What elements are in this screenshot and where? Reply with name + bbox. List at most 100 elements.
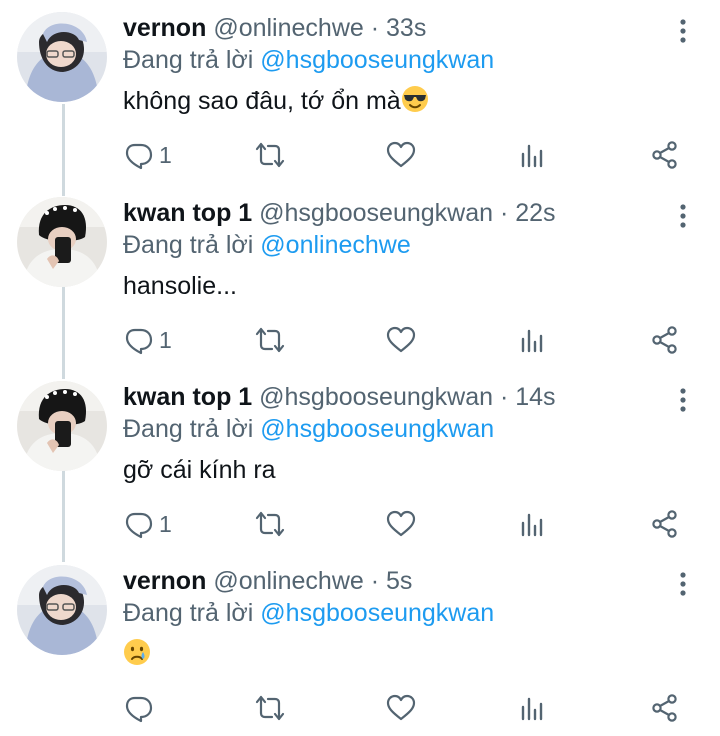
user-handle[interactable]: @onlinechwe <box>213 567 363 595</box>
tweet-text: hansolie... <box>123 268 237 304</box>
mention-link[interactable]: @hsgbooseungkwan <box>260 599 494 627</box>
analytics-icon <box>518 693 548 723</box>
tweet-actions <box>0 690 720 726</box>
analytics-button[interactable] <box>518 506 548 542</box>
tweet-actions: 1 <box>0 506 720 542</box>
user-handle[interactable]: @hsgbooseungkwan <box>259 199 493 227</box>
display-name[interactable]: vernon <box>123 567 206 595</box>
reply-button[interactable]: 1 <box>123 137 172 173</box>
analytics-button[interactable] <box>518 137 548 173</box>
analytics-icon <box>518 509 548 539</box>
timestamp[interactable]: 22s <box>515 199 555 227</box>
retweet-button[interactable] <box>255 322 285 358</box>
tweet-header: vernon @onlinechwe · 33s <box>123 11 426 45</box>
retweet-button[interactable] <box>255 137 285 173</box>
timestamp[interactable]: 5s <box>386 567 412 595</box>
share-icon <box>650 693 680 723</box>
reply-button[interactable]: 1 <box>123 506 172 542</box>
tweet[interactable]: vernon @onlinechwe · 5s Đang trả lời @hs… <box>0 553 720 736</box>
like-button[interactable] <box>386 690 416 726</box>
share-button[interactable] <box>650 690 680 726</box>
retweet-icon <box>255 140 285 170</box>
more-vertical-icon[interactable] <box>668 569 698 599</box>
mention-link[interactable]: @onlinechwe <box>260 231 410 259</box>
like-button[interactable] <box>386 322 416 358</box>
avatar[interactable] <box>17 197 107 287</box>
user-handle[interactable]: @onlinechwe <box>213 14 363 42</box>
timestamp[interactable]: 33s <box>386 14 426 42</box>
mention-link[interactable]: @hsgbooseungkwan <box>260 415 494 443</box>
reply-count: 1 <box>159 510 172 537</box>
replying-to-label: Đang trả lời <box>123 231 254 259</box>
like-button[interactable] <box>386 506 416 542</box>
retweet-icon <box>255 325 285 355</box>
tweet-text-content: hansolie... <box>123 272 237 300</box>
user-handle[interactable]: @hsgbooseungkwan <box>259 383 493 411</box>
reply-count: 1 <box>159 326 172 353</box>
separator-dot: · <box>370 567 380 595</box>
separator-dot: · <box>499 383 509 411</box>
replying-to-label: Đang trả lời <box>123 415 254 443</box>
heart-icon <box>386 509 416 539</box>
reply-icon <box>123 325 153 355</box>
share-button[interactable] <box>650 137 680 173</box>
analytics-icon <box>518 140 548 170</box>
reply-button[interactable]: 1 <box>123 322 172 358</box>
tweet-actions: 1 <box>0 322 720 358</box>
reply-icon <box>123 509 153 539</box>
reply-icon <box>123 140 153 170</box>
share-button[interactable] <box>650 506 680 542</box>
analytics-button[interactable] <box>518 322 548 358</box>
avatar[interactable] <box>17 12 107 102</box>
reply-count: 1 <box>159 141 172 168</box>
retweet-button[interactable] <box>255 506 285 542</box>
display-name[interactable]: kwan top 1 <box>123 199 252 227</box>
replying-to-label: Đang trả lời <box>123 46 254 74</box>
tweet-header: kwan top 1 @hsgbooseungkwan · 14s <box>123 380 556 414</box>
tweet-header: vernon @onlinechwe · 5s <box>123 564 412 598</box>
sunglasses-emoji-icon <box>401 85 429 113</box>
replying-to-label: Đang trả lời <box>123 599 254 627</box>
tweet[interactable]: vernon @onlinechwe · 33s Đang trả lời @h… <box>0 0 720 183</box>
display-name[interactable]: vernon <box>123 14 206 42</box>
heart-icon <box>386 325 416 355</box>
tweet-text <box>123 636 151 672</box>
more-vertical-icon[interactable] <box>668 201 698 231</box>
heart-icon <box>386 693 416 723</box>
tweet-actions: 1 <box>0 137 720 173</box>
replying-to: Đang trả lời @hsgbooseungkwan <box>123 412 494 446</box>
avatar[interactable] <box>17 381 107 471</box>
separator-dot: · <box>499 199 509 227</box>
heart-icon <box>386 140 416 170</box>
tweet-text-content: không sao đâu, tớ ổn mà <box>123 87 401 115</box>
tweet-text: gỡ cái kính ra <box>123 452 276 488</box>
retweet-icon <box>255 693 285 723</box>
share-icon <box>650 325 680 355</box>
tweet-text: không sao đâu, tớ ổn mà <box>123 83 429 119</box>
retweet-button[interactable] <box>255 690 285 726</box>
like-button[interactable] <box>386 137 416 173</box>
tweet-text-content: gỡ cái kính ra <box>123 456 276 484</box>
analytics-icon <box>518 325 548 355</box>
reply-icon <box>123 693 153 723</box>
share-icon <box>650 140 680 170</box>
share-button[interactable] <box>650 322 680 358</box>
replying-to: Đang trả lời @hsgbooseungkwan <box>123 43 494 77</box>
separator-dot: · <box>370 14 380 42</box>
share-icon <box>650 509 680 539</box>
retweet-icon <box>255 509 285 539</box>
reply-button[interactable] <box>123 690 159 726</box>
display-name[interactable]: kwan top 1 <box>123 383 252 411</box>
avatar[interactable] <box>17 565 107 655</box>
replying-to: Đang trả lời @onlinechwe <box>123 228 411 262</box>
more-vertical-icon[interactable] <box>668 16 698 46</box>
tweet-header: kwan top 1 @hsgbooseungkwan · 22s <box>123 196 556 230</box>
analytics-button[interactable] <box>518 690 548 726</box>
mention-link[interactable]: @hsgbooseungkwan <box>260 46 494 74</box>
tweet[interactable]: kwan top 1 @hsgbooseungkwan · 22s Đang t… <box>0 185 720 368</box>
crying-face-emoji-icon <box>123 638 151 666</box>
more-vertical-icon[interactable] <box>668 385 698 415</box>
timestamp[interactable]: 14s <box>515 383 555 411</box>
tweet[interactable]: kwan top 1 @hsgbooseungkwan · 14s Đang t… <box>0 369 720 552</box>
replying-to: Đang trả lời @hsgbooseungkwan <box>123 596 494 630</box>
